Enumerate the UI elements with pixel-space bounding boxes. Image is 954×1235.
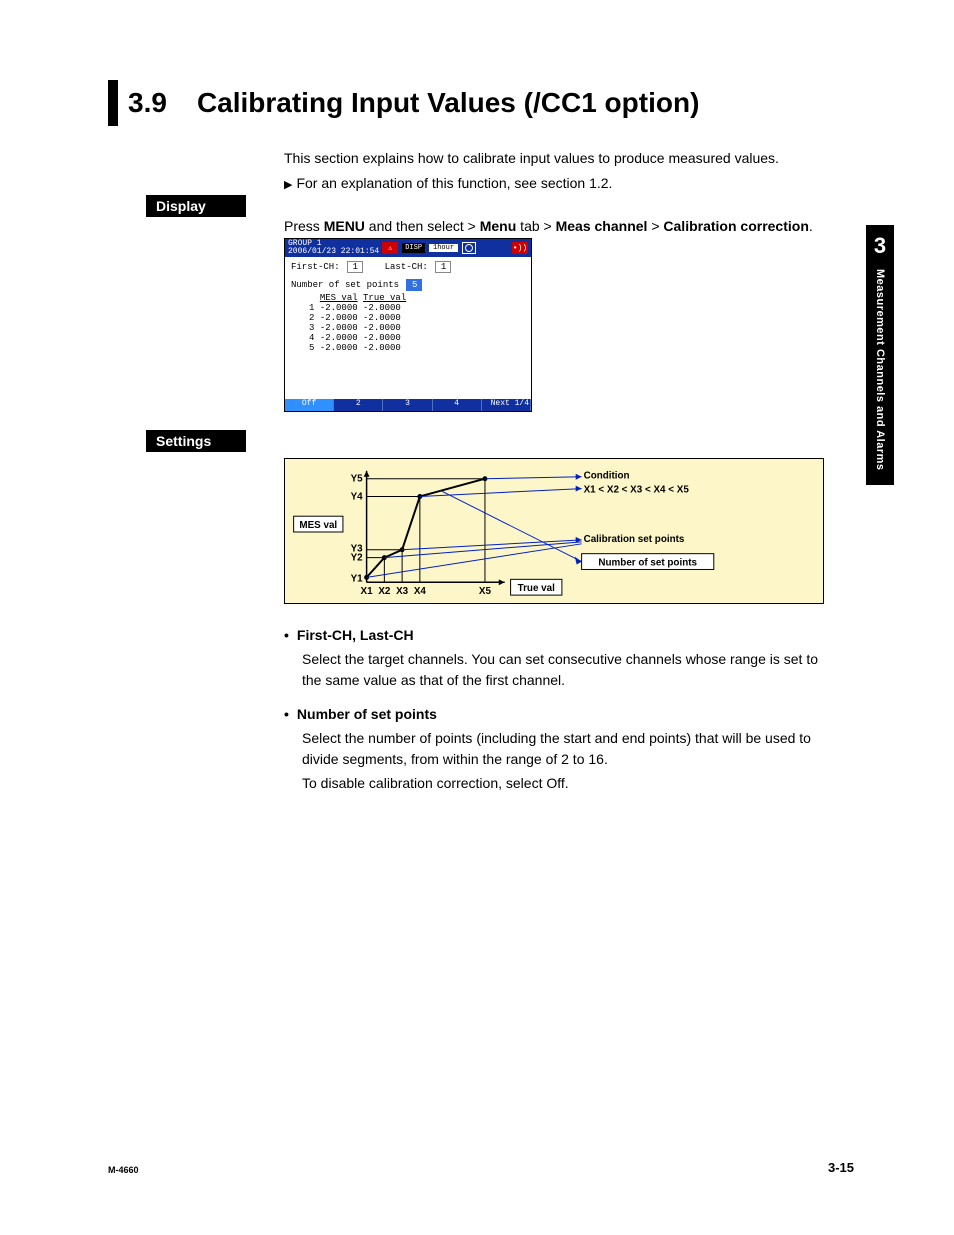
display-section-header: Display <box>146 195 246 217</box>
svg-text:X4: X4 <box>414 586 427 597</box>
next-page-label: Next 1/4 <box>491 399 529 408</box>
svg-text:Number of set points: Number of set points <box>598 558 697 569</box>
svg-text:Calibration set points: Calibration set points <box>584 534 685 545</box>
row-a: -2.0000 <box>320 323 358 333</box>
bullet-body-1: Select the target channels. You can set … <box>302 649 824 692</box>
press-menu-tab: Menu <box>480 218 517 234</box>
screenshot-tabs: Off 2 3 4 Next 1/4 <box>285 399 531 411</box>
press-mid1: and then select > <box>365 218 480 234</box>
row-n: 4 <box>309 333 314 343</box>
tab-2: 2 <box>334 399 383 411</box>
svg-text:X3: X3 <box>396 586 409 597</box>
num-points-value: 5 <box>406 279 422 291</box>
screenshot-body: First-CH: 1 Last-CH: 1 Number of set poi… <box>285 257 531 357</box>
row-b: -2.0000 <box>363 333 401 343</box>
press-menu: MENU <box>324 218 365 234</box>
row-b: -2.0000 <box>363 323 401 333</box>
heading-title: Calibrating Input Values (/CC1 option) <box>197 87 699 119</box>
screenshot-timestamp: 2006/01/23 22:01:54 <box>288 247 379 256</box>
col-true: True val <box>363 293 406 303</box>
heading-bar-icon <box>108 80 118 126</box>
screenshot-group: GROUP 1 2006/01/23 22:01:54 <box>288 240 379 256</box>
footer-page-number: 3-15 <box>828 1160 854 1175</box>
col-mes: MES val <box>320 293 358 303</box>
camera-icon <box>462 242 476 254</box>
svg-text:MES val: MES val <box>299 520 337 531</box>
svg-text:X2: X2 <box>378 586 391 597</box>
row-a: -2.0000 <box>320 313 358 323</box>
press-suffix: . <box>809 218 813 234</box>
svg-text:X1: X1 <box>361 586 374 597</box>
tab-off: Off <box>285 399 334 411</box>
bullet-heading-1: First-CH, Last-CH <box>296 625 824 647</box>
alert-icon: ⚠ <box>382 242 398 254</box>
first-ch-label: First-CH: <box>291 262 340 272</box>
bullet-body-2b: To disable calibration correction, selec… <box>302 773 824 795</box>
row-n: 5 <box>309 343 314 353</box>
press-calib: Calibration correction <box>663 218 808 234</box>
intro-line-1: This section explains how to calibrate i… <box>284 148 824 169</box>
bullet-body-2a: Select the number of points (including t… <box>302 728 824 771</box>
svg-text:Y1: Y1 <box>351 573 364 584</box>
row-n: 2 <box>309 313 314 323</box>
svg-text:Y5: Y5 <box>351 474 364 485</box>
heading-number: 3.9 <box>128 87 167 119</box>
settings-section-header: Settings <box>146 430 246 452</box>
svg-text:Y4: Y4 <box>351 491 364 502</box>
row-b: -2.0000 <box>363 313 401 323</box>
settings-diagram: Y1 Y2 Y3 Y4 Y5 X1 X2 X3 X4 X5 MES val Tr… <box>284 458 824 604</box>
row-a: -2.0000 <box>320 303 358 313</box>
svg-text:X5: X5 <box>479 586 492 597</box>
svg-text:Y3: Y3 <box>351 544 364 555</box>
row-a: -2.0000 <box>320 333 358 343</box>
press-prefix: Press <box>284 218 324 234</box>
bullet-first-last-ch: First-CH, Last-CH Select the target chan… <box>284 625 824 692</box>
sound-icon: •)) <box>512 242 528 254</box>
num-points-label: Number of set points <box>291 280 399 290</box>
bullet-num-points: Number of set points Select the number o… <box>284 704 824 795</box>
bullet-heading-2: Number of set points <box>296 704 824 726</box>
tab-4: 4 <box>433 399 482 411</box>
svg-text:True val: True val <box>518 583 556 594</box>
row-n: 1 <box>309 303 314 313</box>
press-mid2: tab > <box>516 218 555 234</box>
row-b: -2.0000 <box>363 343 401 353</box>
first-ch-value: 1 <box>347 261 363 273</box>
device-screenshot: GROUP 1 2006/01/23 22:01:54 ⚠ DISP 1hour… <box>284 238 532 412</box>
chapter-title: Measurement Channels and Alarms <box>874 269 886 471</box>
press-mid3: > <box>647 218 663 234</box>
screenshot-header: GROUP 1 2006/01/23 22:01:54 ⚠ DISP 1hour… <box>285 239 531 257</box>
disp-label: DISP <box>402 243 425 253</box>
hour-label: 1hour <box>429 244 458 252</box>
row-n: 3 <box>309 323 314 333</box>
svg-text:X1 < X2 < X3 < X4 < X5: X1 < X2 < X3 < X4 < X5 <box>584 485 690 496</box>
row-a: -2.0000 <box>320 343 358 353</box>
intro-block: This section explains how to calibrate i… <box>284 148 824 194</box>
press-menu-instruction: Press MENU and then select > Menu tab > … <box>284 218 813 234</box>
section-heading: 3.9 Calibrating Input Values (/CC1 optio… <box>108 80 699 126</box>
chapter-tab: 3 Measurement Channels and Alarms <box>866 225 894 485</box>
tab-3: 3 <box>383 399 432 411</box>
intro-crossref: For an explanation of this function, see… <box>284 173 824 194</box>
screenshot-table: MES val True val 1 -2.0000 -2.0000 2 -2.… <box>309 293 525 353</box>
svg-text:Condition: Condition <box>584 471 630 482</box>
chapter-number: 3 <box>866 233 894 259</box>
press-meas: Meas channel <box>556 218 648 234</box>
last-ch-value: 1 <box>435 261 451 273</box>
footer-doc-id: M-4660 <box>108 1165 139 1175</box>
last-ch-label: Last-CH: <box>385 262 428 272</box>
row-b: -2.0000 <box>363 303 401 313</box>
